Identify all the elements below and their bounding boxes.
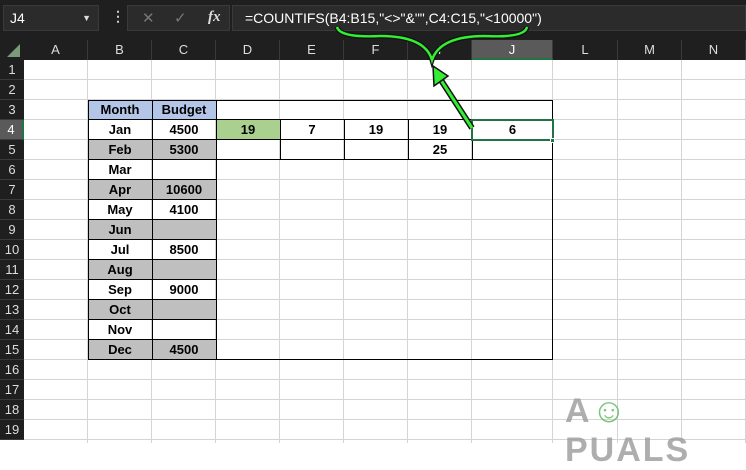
arrow-annotation bbox=[432, 64, 475, 130]
brace-annotation bbox=[334, 25, 530, 69]
annotation-overlay bbox=[334, 25, 530, 130]
